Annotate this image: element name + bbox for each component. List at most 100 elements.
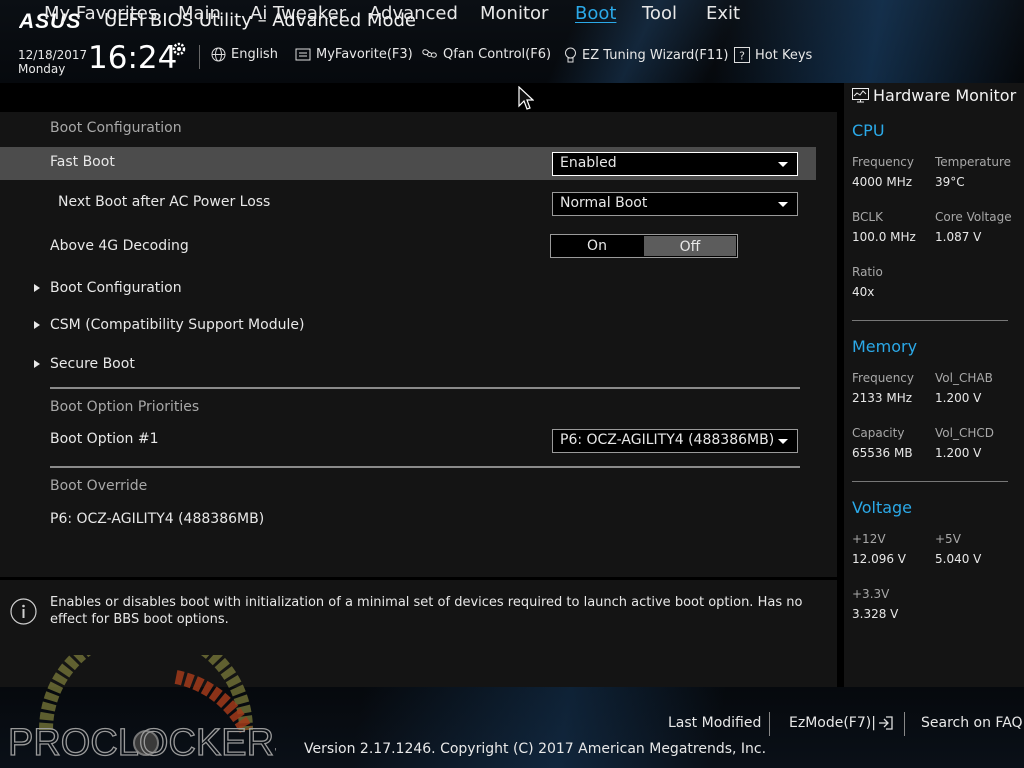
tab-tool[interactable]: Tool [642, 3, 677, 24]
hw-memory-title: Memory [852, 337, 918, 356]
tab-boot[interactable]: Boot [575, 3, 616, 24]
section-boot-option-priorities: Boot Option Priorities [50, 399, 200, 415]
gear-icon[interactable] [171, 41, 187, 57]
hotkeys-button[interactable]: ? Hot Keys [734, 47, 812, 63]
toggle-on[interactable]: On [551, 235, 643, 257]
submenu-label: Boot Configuration [50, 280, 182, 296]
tab-main[interactable]: Main [178, 3, 221, 24]
settings-panel [0, 112, 837, 577]
tab-monitor[interactable]: Monitor [480, 3, 548, 24]
toolbar-divider [199, 45, 200, 69]
favorite-icon [295, 48, 311, 61]
language-label: English [231, 47, 278, 62]
tab-my-favorites[interactable]: My Favorites [44, 3, 157, 24]
vol-chcd-value: 1.200 V [935, 446, 982, 460]
divider [852, 481, 1008, 482]
language-button[interactable]: English [211, 47, 278, 62]
lightbulb-icon [565, 47, 576, 63]
last-modified-button[interactable]: Last Modified [668, 715, 761, 731]
cpu-frequency-label: Frequency [852, 155, 914, 169]
question-icon: ? [734, 47, 750, 63]
divider [50, 466, 800, 468]
fast-boot-select[interactable]: Enabled [552, 152, 798, 176]
next-boot-select[interactable]: Normal Boot [552, 192, 798, 216]
capacity-label: Capacity [852, 426, 905, 440]
bclk-label: BCLK [852, 210, 883, 224]
section-boot-configuration: Boot Configuration [50, 120, 182, 136]
divider [852, 320, 1008, 321]
toggle-off[interactable]: Off [644, 236, 736, 256]
proclockers-watermark: PROCLOCKERS [7, 655, 276, 765]
above-4g-label: Above 4G Decoding [50, 238, 189, 254]
core-voltage-label: Core Voltage [935, 210, 1012, 224]
chevron-right-icon [34, 284, 40, 292]
monitor-icon [852, 88, 869, 103]
footer-divider [769, 712, 770, 736]
boot-option-1-value: P6: OCZ-AGILITY4 (488386MB) [560, 432, 775, 448]
next-boot-label: Next Boot after AC Power Loss [58, 194, 271, 210]
tab-exit[interactable]: Exit [706, 3, 740, 24]
hardware-monitor-label: Hardware Monitor [873, 86, 1017, 105]
vol-chab-label: Vol_CHAB [935, 371, 993, 385]
chevron-down-icon [778, 202, 788, 207]
bclk-value: 100.0 MHz [852, 230, 916, 244]
submenu-label: Secure Boot [50, 356, 135, 372]
cpu-frequency-value: 4000 MHz [852, 175, 913, 189]
section-boot-override: Boot Override [50, 478, 148, 494]
fast-boot-label: Fast Boot [50, 154, 115, 170]
ez-tuning-button[interactable]: EZ Tuning Wizard(F11) [564, 47, 728, 63]
tab-advanced[interactable]: Advanced [369, 3, 458, 24]
main-tabs [0, 83, 837, 112]
divider [50, 387, 800, 389]
hardware-monitor-title: Hardware Monitor [852, 86, 1016, 105]
mouse-cursor-icon [518, 86, 534, 110]
core-voltage-value: 1.087 V [935, 230, 982, 244]
v5-label: +5V [935, 532, 961, 546]
chevron-down-icon [778, 439, 788, 444]
v12-label: +12V [852, 532, 886, 546]
cpu-temperature-label: Temperature [935, 155, 1012, 169]
help-text: Enables or disables boot with initializa… [50, 595, 803, 627]
info-icon [10, 598, 37, 625]
submenu-label: CSM (Compatibility Support Module) [50, 317, 305, 333]
fan-icon [422, 49, 437, 58]
date-display: 12/18/2017 Monday [18, 48, 87, 76]
time-display[interactable]: 16:24 [88, 40, 177, 76]
above-4g-toggle[interactable]: On Off [550, 234, 738, 258]
ez-tuning-label: EZ Tuning Wizard(F11) [582, 47, 729, 63]
chevron-down-icon [778, 162, 788, 167]
hotkeys-label: Hot Keys [755, 47, 813, 63]
v12-value: 12.096 V [852, 552, 907, 566]
boot-override-item[interactable]: P6: OCZ-AGILITY4 (488386MB) [50, 511, 264, 527]
mem-frequency-label: Frequency [852, 371, 914, 385]
hw-cpu-title: CPU [852, 121, 885, 140]
v33-value: 3.328 V [852, 607, 899, 621]
v5-value: 5.040 V [935, 552, 982, 566]
chevron-right-icon [34, 360, 40, 368]
hw-voltage-title: Voltage [852, 498, 913, 517]
boot-option-1-select[interactable]: P6: OCZ-AGILITY4 (488386MB) [552, 429, 798, 453]
mem-frequency-value: 2133 MHz [852, 391, 913, 405]
exit-arrow-icon [878, 716, 893, 730]
footer-divider [904, 712, 905, 736]
ratio-label: Ratio [852, 265, 883, 279]
ratio-value: 40x [852, 285, 875, 299]
date-text: 12/18/2017 [18, 48, 88, 62]
myfavorite-label: MyFavorite(F3) [316, 47, 413, 62]
vol-chab-value: 1.200 V [935, 391, 982, 405]
version-text: Version 2.17.1246. Copyright (C) 2017 Am… [304, 741, 767, 757]
globe-icon [211, 47, 226, 62]
v33-label: +3.3V [852, 587, 890, 601]
day-text: Monday [18, 62, 66, 76]
ezmode-button[interactable]: EzMode(F7)| [789, 715, 894, 731]
myfavorite-button[interactable]: MyFavorite(F3) [295, 47, 413, 62]
watermark-text: PROCLOCKERS [8, 722, 276, 764]
submenu-secure-boot[interactable]: Secure Boot [34, 356, 135, 372]
tab-ai-tweaker[interactable]: Ai Tweaker [250, 3, 346, 24]
qfan-button[interactable]: Qfan Control(F6) [421, 47, 551, 62]
submenu-boot-configuration[interactable]: Boot Configuration [34, 280, 182, 296]
submenu-csm[interactable]: CSM (Compatibility Support Module) [34, 317, 304, 333]
search-faq-button[interactable]: Search on FAQ [921, 715, 1023, 731]
vol-chcd-label: Vol_CHCD [935, 426, 994, 440]
ezmode-label: EzMode(F7)| [789, 715, 876, 731]
